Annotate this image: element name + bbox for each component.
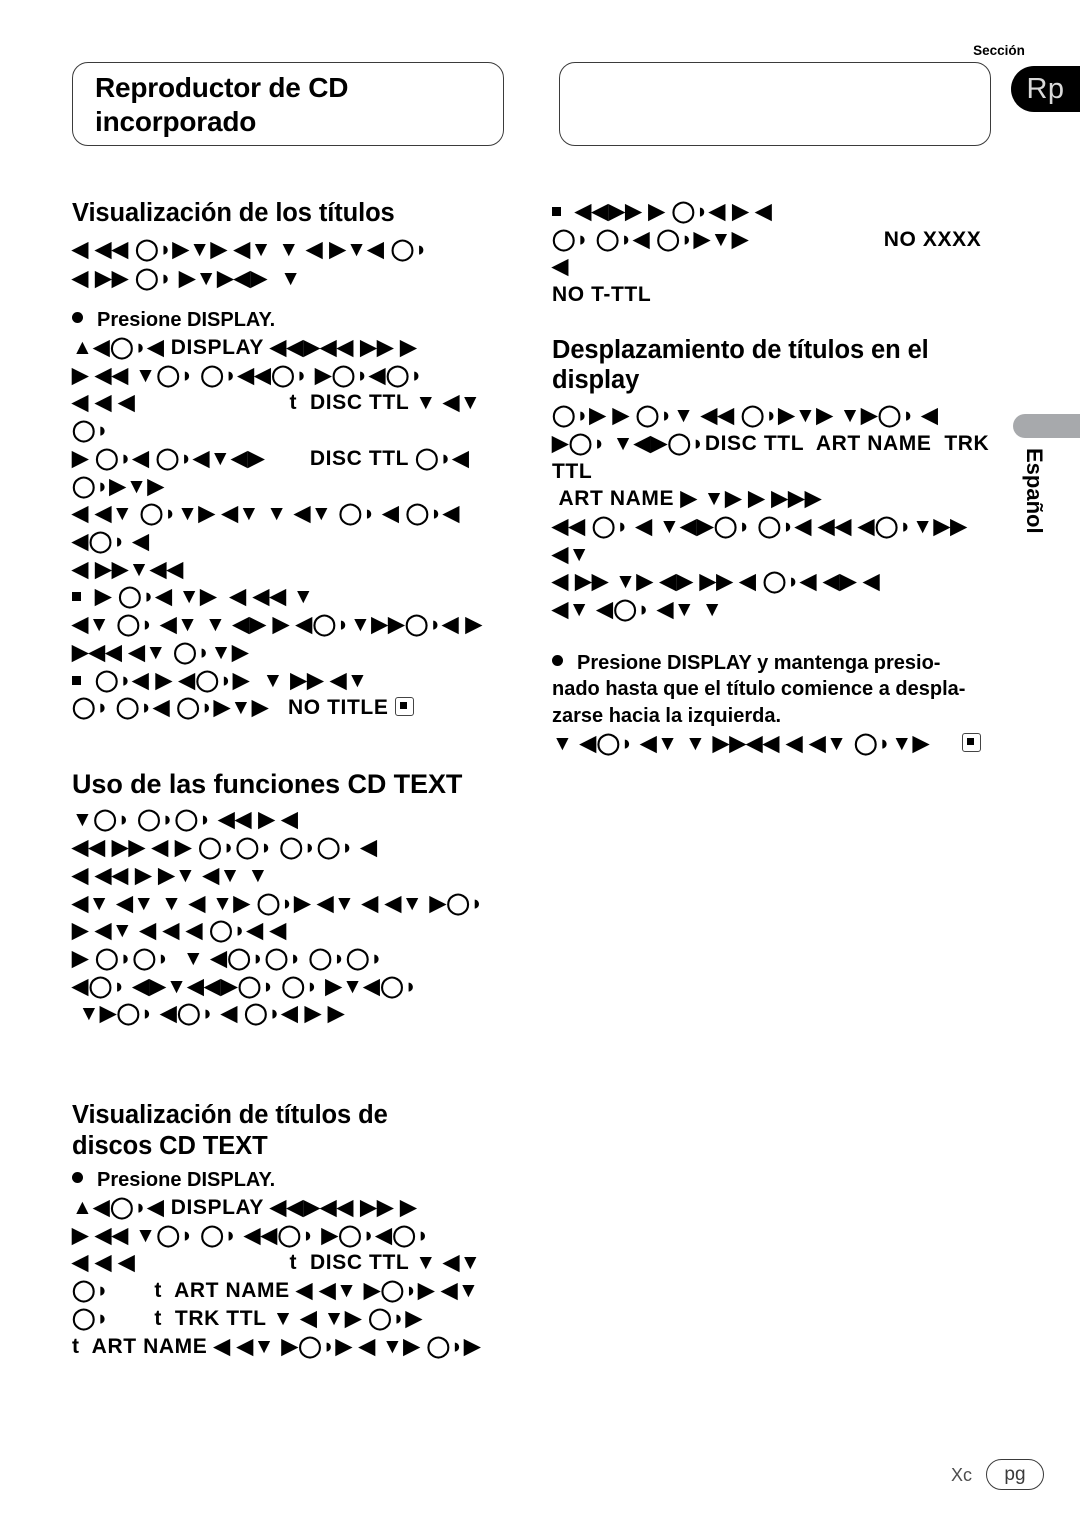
glyph-line: ▼▶◯◗ ◀◯◗ ◀ ◯◗◀ ▶ ▶	[72, 1002, 345, 1026]
bullet-dot-icon	[72, 1172, 83, 1184]
note-line: ▼ ◀◯◗ ◀▼ ▼ ▶▶◀◀ ◀ ◀▼ ◯◗▼▶	[552, 730, 996, 758]
square-bullet-icon	[72, 592, 81, 602]
glyph-line: ◀ ◀ ◀ t DISC TTL ▼ ◀▼	[72, 391, 482, 415]
glyph-line: ▶ ◀◀ ▼◯◗ ◯◗ ◀◀◯◗ ▶◯◗◀◯◗	[72, 1223, 430, 1247]
glyph-line: ◯◗ t ART NAME ◀ ◀▼ ▶◯◗▶ ◀▼	[72, 1279, 480, 1303]
glyph-line: ◀ ▶▶▼◀◀	[72, 557, 184, 581]
boxed-square-icon	[394, 697, 414, 717]
glyph-run: ◯◗◀ ▶ ◀◯◗▶ ▼ ▶▶ ◀▼	[95, 668, 369, 692]
heading-visualizacion-titulos: Visualización de los títulos	[72, 199, 395, 227]
glyph-line: ▶ ◯◗◀ ◯◗◀▼◀▶ DISC TTL ◯◗◀ ◯◗▶▼▶	[72, 446, 476, 498]
footer-code: Xc	[950, 1465, 972, 1485]
glyph-run: ▶ ◯◗◀ ▼▶ ◀ ◀◀ ▼	[95, 585, 315, 609]
glyph-line: ◀ ◀▼ ◯◗▼▶ ◀▼ ▼ ◀▼ ◯◗ ◀ ◯◗◀ ◀◯◗ ◀	[72, 502, 467, 553]
section-badge: Rp	[1011, 66, 1080, 112]
left-column: Visualización de los títulos ◀ ◀◀ ◯◗▶▼▶ …	[72, 198, 516, 1360]
glyph-line: ◀◀ ◯◗ ◀ ▼◀▶◯◗ ◯◗◀ ◀◀ ◀◯◗▼▶▶ ◀▼	[552, 514, 974, 566]
glyph-line: ▶◯◗ ▼◀▶◯◗DISC TTL ART NAME TRK TTL	[552, 431, 996, 483]
glyph-line: ◀▼ ◀▼ ▼ ◀ ▼▶ ◯◗▶ ◀▼ ◀ ◀▼ ▶◯◗	[72, 891, 484, 915]
body-block-1: ▲◀◯◗◀ DISPLAY ◀◀▶◀◀ ▶▶ ▶ ▶ ◀◀ ▼◯◗ ◯◗◀◀◯◗…	[72, 334, 516, 583]
body-block-2: ▼◯◗ ◯◗◯◗ ◀◀ ▶ ◀ ◀◀ ▶▶ ◀ ▶ ◯◗◯◗ ◯◗◯◗ ◀ ◀ …	[72, 806, 516, 1028]
section-label: Sección	[973, 43, 1025, 58]
language-tab-label: Español	[1022, 448, 1047, 534]
intro-glyph-block: ◀ ◀◀ ◯◗▶▼▶ ◀▼ ▼ ◀ ▶▼◀ ◯◗ ◀ ▶▶ ◯◗ ▶▼▶◀▶ ▼	[72, 235, 516, 294]
page-title-box: Reproductor de CD incorporado	[72, 62, 504, 146]
square-bullet-icon	[552, 207, 561, 216]
right-column: ◀◀▶▶ ▶ ◯◗◀ ▶ ◀ ◯◗ ◯◗◀ ◯◗▶▼▶ NO XXXX ◀ NO…	[552, 198, 996, 757]
glyph-line: ◀ ▶▶ ▼▶ ◀▶ ▶▶ ◀ ◯◗◀ ◀▶ ◀	[552, 570, 880, 594]
bullet-presione-display-mantenga: Presione DISPLAY y mantenga presio- nado…	[552, 650, 996, 730]
glyph-line: ▶ ◀◀ ▼◯◗ ◯◗◀◀◯◗ ▶◯◗◀◯◗	[72, 363, 424, 387]
glyph-line: ▲◀◯◗◀ DISPLAY ◀◀▶◀◀ ▶▶ ▶	[72, 335, 417, 359]
page-title: Reproductor de CD incorporado	[95, 72, 349, 138]
glyph-line: ◀◀ ▶▶ ◀ ▶ ◯◗◯◗ ◯◗◯◗ ◀	[72, 836, 378, 860]
glyph-line: ▼◯◗ ◯◗◯◗ ◀◀ ▶ ◀	[72, 808, 299, 832]
glyph-run: ◀◀▶▶ ▶ ◯◗◀ ▶ ◀	[575, 200, 773, 223]
glyph-line: ▶◀◀ ◀▼ ◯◗▼▶	[72, 640, 249, 664]
glyph-run: ◯◗ ◯◗◀ ◯◗▶▼▶ NO TITLE	[72, 696, 389, 720]
language-tab-bar	[1013, 414, 1080, 438]
glyph-line: ◀▼ ◯◗ ◀▼ ▼ ◀▶ ▶ ◀◯◗▼▶▶◯◗◀ ▶	[72, 613, 483, 637]
bullet-text: Presione DISPLAY.	[97, 309, 276, 332]
sub-note-2: ◯◗◀ ▶ ◀◯◗▶ ▼ ▶▶ ◀▼ ◯◗ ◯◗◀ ◯◗▶▼▶ NO TITLE	[72, 667, 516, 722]
glyph-line: ◯◗	[72, 419, 110, 443]
bullet-dot-icon	[72, 312, 83, 324]
glyph-line: ◀◯◗ ◀▶▼◀◀▶◯◗ ◯◗ ▶▼◀◯◗	[72, 974, 418, 998]
note-line: ◯◗◀ ▶ ◀◯◗▶ ▼ ▶▶ ◀▼	[72, 667, 516, 695]
manual-page: Reproductor de CD incorporado Sección Rp…	[0, 0, 1080, 1529]
note-line: ◀◀▶▶ ▶ ◯◗◀ ▶ ◀	[552, 198, 996, 226]
glyph-run: ▼ ◀◯◗ ◀▼ ▼ ▶▶◀◀ ◀ ◀▼ ◯◗▼▶	[552, 731, 930, 755]
sub-note-1: ▶ ◯◗◀ ▼▶ ◀ ◀◀ ▼ ◀▼ ◯◗ ◀▼ ▼ ◀▶ ▶ ◀◯◗▼▶▶◯◗…	[72, 583, 516, 666]
glyph-line: ▲◀◯◗◀ DISPLAY ◀◀▶◀◀ ▶▶ ▶	[72, 1195, 417, 1219]
heading-desplazamiento-titulos: Desplazamiento de títulos en el display	[552, 335, 929, 395]
bullet-dot-icon	[552, 654, 563, 666]
glyph-line: ART NAME ▶ ▼▶ ▶ ▶▶▶	[552, 487, 822, 511]
boxed-square-icon	[961, 732, 981, 752]
heading-visualizacion-titulos-cd-text: Visualización de títulos de discos CD TE…	[72, 1101, 388, 1160]
body-block-3: ▲◀◯◗◀ DISPLAY ◀◀▶◀◀ ▶▶ ▶ ▶ ◀◀ ▼◯◗ ◯◗ ◀◀◯…	[72, 1194, 516, 1360]
glyph-line: ◀▼ ◀◯◗ ◀▼ ▼	[552, 598, 724, 622]
note-line: ▶ ◯◗◀ ▼▶ ◀ ◀◀ ▼	[72, 583, 516, 611]
glyph-line: ◀ ◀◀ ◯◗▶▼▶ ◀▼ ▼ ◀ ▶▼◀ ◯◗	[72, 237, 429, 261]
glyph-line: ▶ ◀▼ ◀ ◀ ◀ ◯◗◀ ◀	[72, 919, 287, 943]
glyph-line: ◯◗ t TRK TTL ▼ ◀ ▼▶ ◯◗▶	[72, 1306, 423, 1330]
page-footer: Xc pg	[0, 1459, 1080, 1493]
glyph-line: NO T-TTL	[552, 283, 652, 307]
note-top-block: ◀◀▶▶ ▶ ◯◗◀ ▶ ◀ ◯◗ ◯◗◀ ◯◗▶▼▶ NO XXXX ◀ NO…	[552, 198, 996, 309]
glyph-line: ◀ ◀ ◀ t DISC TTL ▼ ◀▼	[72, 1251, 482, 1275]
bullet-presione-display-2: Presione DISPLAY.	[72, 1167, 516, 1194]
bullet-text: Presione DISPLAY y mantenga presio- nado…	[552, 651, 966, 727]
page-number-badge: pg	[986, 1459, 1044, 1490]
header-blank-box	[559, 62, 991, 146]
glyph-line: ◯◗ ◯◗◀ ◯◗▶▼▶ NO XXXX ◀	[552, 227, 995, 279]
glyph-line: ◀ ◀◀ ▶ ▶▼ ◀▼ ▼	[72, 863, 269, 887]
glyph-line: ◯◗▶ ▶ ◯◗▼ ◀◀ ◯◗▶▼▶ ▼▶◯◗ ◀	[552, 404, 939, 428]
bullet-presione-display: Presione DISPLAY.	[72, 307, 516, 334]
note-line: ◯◗ ◯◗◀ ◯◗▶▼▶ NO TITLE	[72, 694, 516, 722]
heading-uso-funciones-cd-text: Uso de las funciones CD TEXT	[72, 769, 463, 800]
body-block-right-1: ◯◗▶ ▶ ◯◗▼ ◀◀ ◯◗▶▼▶ ▼▶◯◗ ◀ ▶◯◗ ▼◀▶◯◗DISC …	[552, 402, 996, 624]
glyph-line: t ART NAME ◀ ◀▼ ▶◯◗▶ ◀ ▼▶ ◯◗▶	[72, 1334, 481, 1358]
glyph-line: ◀ ▶▶ ◯◗ ▶▼▶◀▶ ▼	[72, 266, 302, 290]
square-bullet-icon	[72, 675, 81, 685]
bullet-text: Presione DISPLAY.	[97, 1169, 276, 1192]
page-header: Reproductor de CD incorporado	[72, 62, 992, 150]
glyph-line: ▶ ◯◗◯◗ ▼ ◀◯◗◯◗ ◯◗◯◗	[72, 947, 384, 971]
